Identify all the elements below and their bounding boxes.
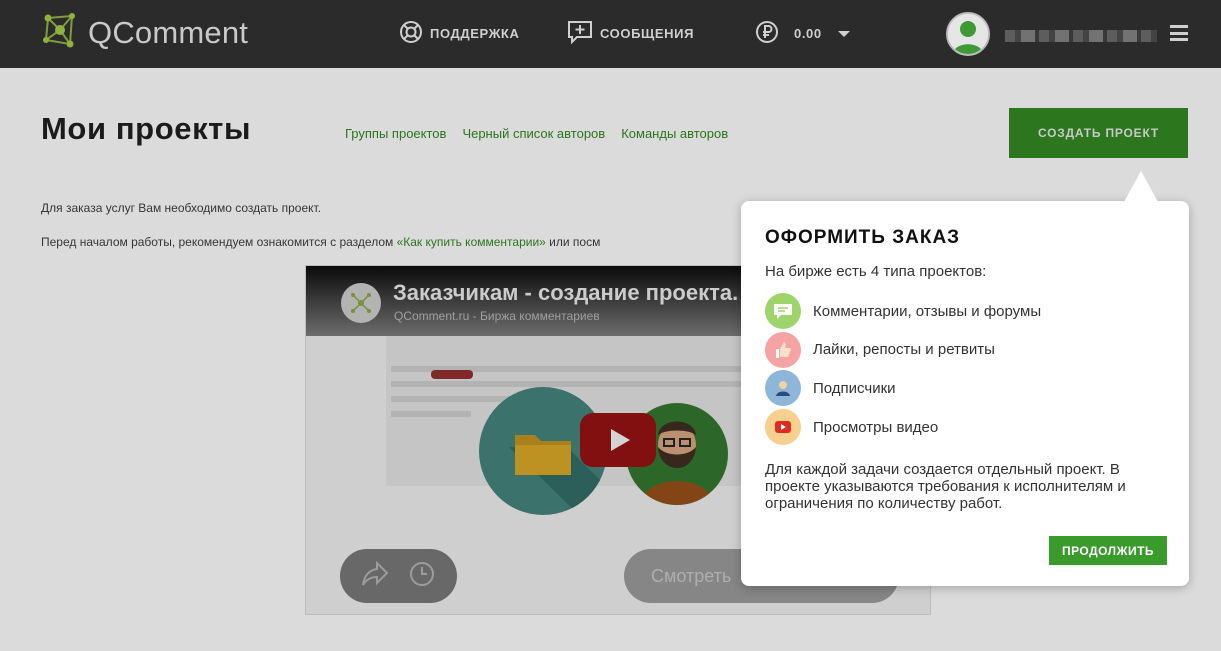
top-header: QComment ПОДДЕРЖКА СООБЩЕНИЯ 0.00 xyxy=(0,0,1221,68)
share-icon[interactable] xyxy=(361,560,389,592)
nav-messages[interactable]: СООБЩЕНИЯ xyxy=(567,20,694,47)
intro-text-2: Перед началом работы, рекомендуем ознако… xyxy=(41,235,741,249)
username-redacted xyxy=(1005,30,1157,42)
list-item: Просмотры видео xyxy=(765,408,1041,447)
continue-button[interactable]: ПРОДОЛЖИТЬ xyxy=(1049,536,1167,565)
nav-support[interactable]: ПОДДЕРЖКА xyxy=(399,20,519,47)
balance-dropdown[interactable]: 0.00 xyxy=(755,20,850,47)
create-project-button[interactable]: СОЗДАТЬ ПРОЕКТ xyxy=(1009,108,1188,158)
sub-nav-links: Группы проектов Черный список авторов Ко… xyxy=(345,126,728,141)
link-author-teams[interactable]: Команды авторов xyxy=(621,126,728,141)
project-types-list: Комментарии, отзывы и форумы Лайки, репо… xyxy=(765,292,1041,446)
project-type-label: Просмотры видео xyxy=(813,418,939,436)
logo-text: QComment xyxy=(88,14,249,50)
nav-messages-label: СООБЩЕНИЯ xyxy=(600,26,695,41)
popover-title: ОФОРМИТЬ ЗАКАЗ xyxy=(765,227,961,248)
popover-description: Для каждой задачи создается отдельный пр… xyxy=(765,461,1126,512)
ruble-icon xyxy=(755,20,786,47)
popover-arrow xyxy=(1124,171,1158,202)
comment-bubble-icon xyxy=(765,293,801,330)
video-channel[interactable]: QComment.ru - Биржа комментариев xyxy=(394,309,600,323)
user-silhouette-icon xyxy=(948,14,988,54)
project-type-label: Подписчики xyxy=(813,379,896,397)
intro-suffix: или посм xyxy=(545,235,601,249)
video-controls-left xyxy=(340,549,457,603)
logo-network-icon xyxy=(40,10,80,55)
page-title: Мои проекты xyxy=(41,111,252,146)
project-type-label: Лайки, репосты и ретвиты xyxy=(813,341,995,359)
menu-icon[interactable] xyxy=(1170,25,1188,41)
video-title[interactable]: Заказчикам - создание проекта. xyxy=(393,280,738,306)
intro-text: Для заказа услуг Вам необходимо создать … xyxy=(41,201,322,215)
logo[interactable]: QComment xyxy=(40,10,248,55)
link-authors-blacklist[interactable]: Черный список авторов xyxy=(462,126,605,141)
list-item: Лайки, репосты и ретвиты xyxy=(765,331,1041,370)
thumbs-up-icon xyxy=(765,331,801,368)
video-red-bar xyxy=(431,370,473,379)
watch-later-icon[interactable] xyxy=(408,560,436,593)
intro-prefix: Перед началом работы, рекомендуем ознако… xyxy=(41,235,397,249)
project-type-label: Комментарии, отзывы и форумы xyxy=(813,302,1042,320)
play-icon xyxy=(611,429,630,451)
popover-subtitle: На бирже есть 4 типа проектов: xyxy=(765,263,987,280)
nav-support-label: ПОДДЕРЖКА xyxy=(430,26,520,41)
message-plus-icon xyxy=(567,20,600,47)
youtube-play-icon xyxy=(765,409,801,446)
how-to-buy-link[interactable]: «Как купить комментарии» xyxy=(397,235,546,249)
watch-label: Смотреть xyxy=(651,565,732,586)
balance-value: 0.00 xyxy=(794,26,822,41)
list-item: Комментарии, отзывы и форумы xyxy=(765,292,1041,331)
avatar[interactable] xyxy=(946,12,990,56)
lifebuoy-icon xyxy=(399,20,430,47)
link-project-groups[interactable]: Группы проектов xyxy=(345,126,446,141)
list-item: Подписчики xyxy=(765,369,1041,408)
chevron-down-icon xyxy=(837,30,850,37)
order-popover: ОФОРМИТЬ ЗАКАЗ На бирже есть 4 типа прое… xyxy=(741,171,1189,586)
channel-logo-icon xyxy=(341,283,381,323)
subscriber-icon xyxy=(765,370,801,407)
play-button[interactable] xyxy=(580,413,656,467)
